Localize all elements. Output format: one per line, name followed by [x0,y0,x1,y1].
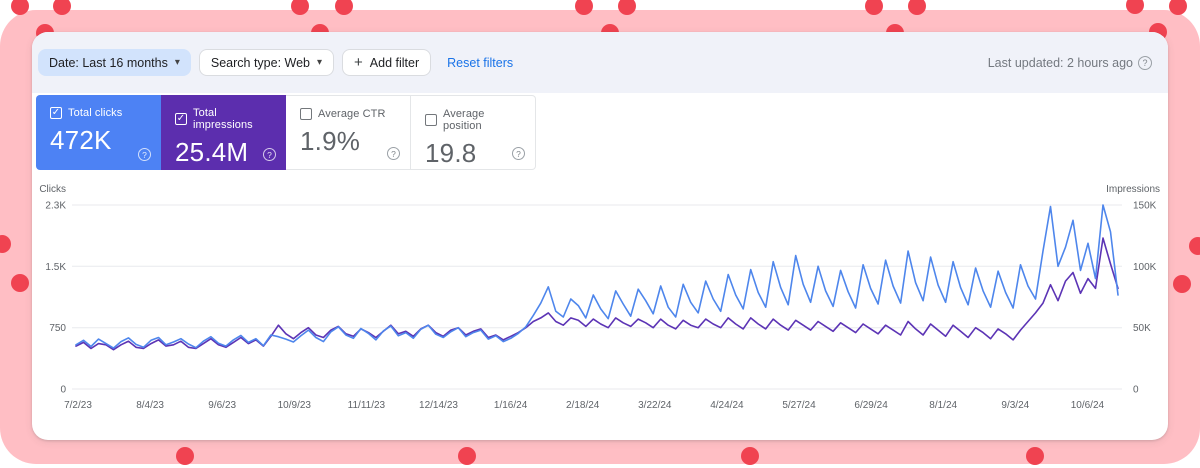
x-axis-tick: 5/27/24 [782,400,816,411]
search-type-filter-chip[interactable]: Search type: Web ▾ [198,49,335,76]
date-filter-chip[interactable]: Date: Last 16 months ▾ [38,49,191,76]
x-axis-tick: 2/18/24 [566,400,600,411]
right-axis-tick: 50K [1133,323,1151,334]
x-axis-tick: 12/14/23 [419,400,458,411]
decorative-dot [1026,447,1044,465]
total-clicks-value: 472K [50,125,112,155]
total-impressions-value: 25.4M [175,137,249,167]
x-axis-tick: 3/22/24 [638,400,672,411]
help-icon[interactable]: ? [138,148,151,161]
x-axis-tick: 10/6/24 [1071,400,1105,411]
decorative-dot [176,447,194,465]
right-axis-tick: 100K [1133,262,1157,273]
metrics-row: ✓ Total clicks 472K ? ✓ Total impression… [36,95,536,170]
x-axis-tick: 9/6/23 [208,400,236,411]
last-updated-status: Last updated: 2 hours ago ? [987,55,1152,70]
chart-canvas[interactable]: 0 0 750 50K 1.5K 100K 2.3K 150K Clicks Impression… [32,180,1168,426]
left-axis-tick: 2.3K [45,201,66,212]
x-axis-tick: 4/24/24 [710,400,744,411]
average-position-value: 19.8 [425,138,477,168]
average-position-card[interactable]: Average position 19.8 ? [411,95,536,170]
x-axis-tick: 11/11/23 [348,400,386,411]
checkbox-unchecked-icon[interactable] [425,114,437,126]
decorative-dot [11,274,29,292]
last-updated-text: Last updated: 2 hours ago [987,55,1133,70]
average-ctr-card[interactable]: Average CTR 1.9% ? [286,95,411,170]
x-axis-tick: 9/3/24 [1001,400,1029,411]
x-axis-tick: 8/1/24 [929,400,957,411]
metric-head: ✓ Total impressions [175,107,274,131]
decorative-dot [458,447,476,465]
date-filter-label: Date: Last 16 months [49,55,168,70]
caret-down-icon: ▾ [317,56,323,68]
right-axis-tick: 150K [1133,201,1157,212]
filter-bar: Date: Last 16 months ▾ Search type: Web … [32,32,1168,93]
x-axis-tick: 7/2/23 [64,400,92,411]
decorative-dot [1173,275,1191,293]
total-clicks-card[interactable]: ✓ Total clicks 472K ? [36,95,161,170]
reset-filters-link[interactable]: Reset filters [447,56,513,70]
page-background: Date: Last 16 months ▾ Search type: Web … [0,0,1200,468]
series-line-total-impressions [75,237,1119,351]
search-performance-card: Date: Last 16 months ▾ Search type: Web … [32,32,1168,440]
metric-label: Average CTR [318,108,386,120]
checkbox-unchecked-icon[interactable] [300,108,312,120]
decorative-dot [741,447,759,465]
left-axis-tick: 750 [49,323,66,334]
metric-head: Average CTR [300,108,398,120]
help-icon[interactable]: ? [263,148,276,161]
left-axis-tick: 1.5K [45,262,66,273]
plus-icon: + [354,54,363,71]
metric-head: ✓ Total clicks [50,107,149,119]
metric-label: Average position [443,108,485,132]
x-axis-tick: 8/4/23 [136,400,164,411]
total-impressions-card[interactable]: ✓ Total impressions 25.4M ? [161,95,286,170]
add-filter-button[interactable]: + Add filter [342,49,432,76]
add-filter-label: Add filter [369,55,420,70]
help-icon[interactable]: ? [512,147,525,160]
right-axis-label: Impressions [1106,184,1160,195]
checkbox-checked-icon[interactable]: ✓ [175,113,187,125]
performance-chart[interactable]: 0 0 750 50K 1.5K 100K 2.3K 150K Clicks Impression… [32,180,1168,426]
x-axis-tick: 10/9/23 [278,400,312,411]
left-axis-tick: 0 [60,385,66,396]
help-icon[interactable]: ? [1138,55,1152,70]
metric-head: Average position [425,108,523,132]
average-ctr-value: 1.9% [300,126,361,156]
decorative-dot [1189,237,1200,255]
metric-label: Total clicks [68,107,123,119]
search-type-label: Search type: Web [210,55,310,70]
metric-label: Total impressions [193,107,253,131]
help-icon[interactable]: ? [387,147,400,160]
caret-down-icon: ▾ [174,56,180,68]
x-axis-tick: 1/16/24 [494,400,528,411]
checkbox-checked-icon[interactable]: ✓ [50,107,62,119]
series-line-total-clicks [75,204,1119,349]
right-axis-tick: 0 [1133,385,1139,396]
x-axis-tick: 6/29/24 [854,400,888,411]
decorative-dot [1169,0,1187,15]
left-axis-label: Clicks [39,184,66,195]
